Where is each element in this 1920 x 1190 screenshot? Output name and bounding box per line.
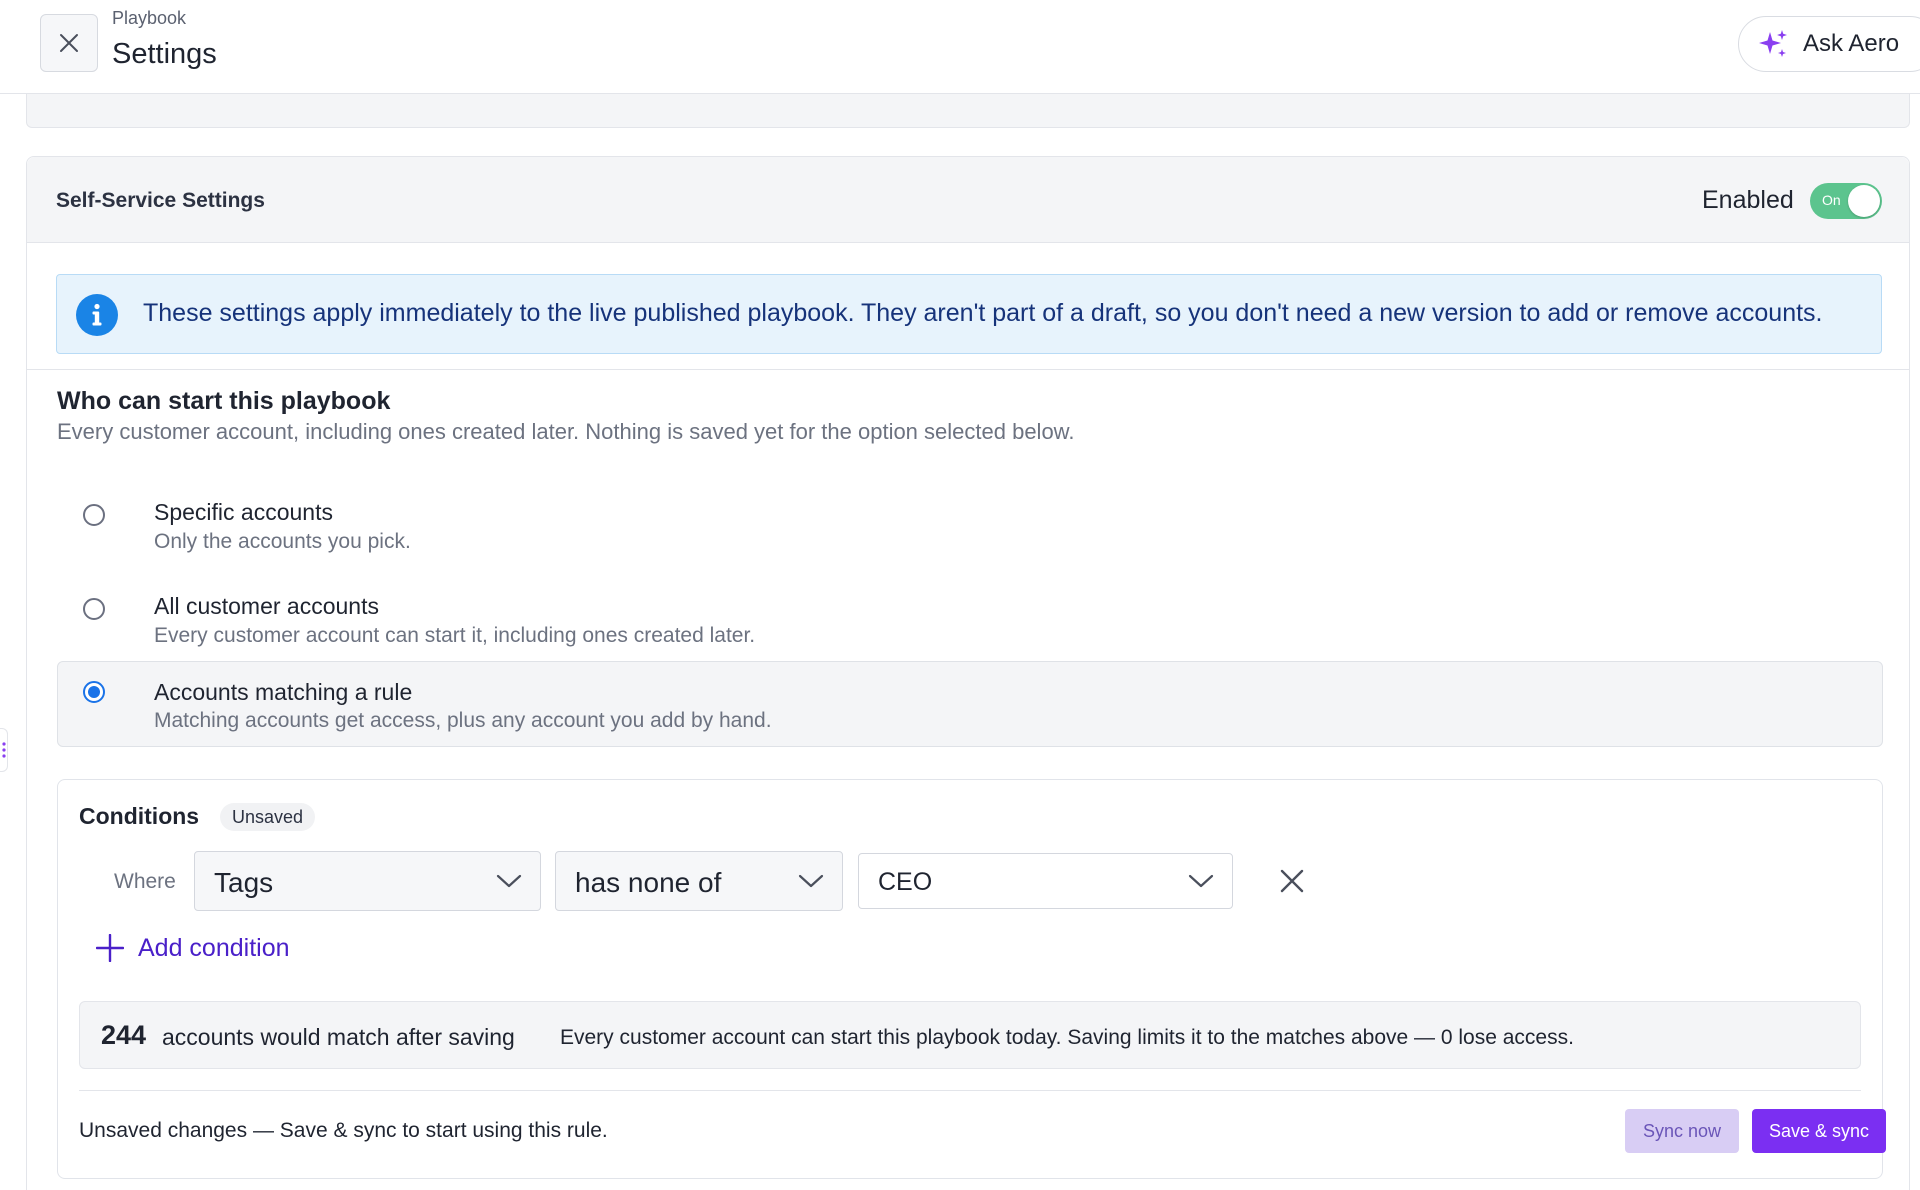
field-select[interactable]: Tags (194, 851, 541, 911)
ask-aero-button[interactable]: Ask Aero (1738, 16, 1920, 72)
option-description: Matching accounts get access, plus any a… (154, 709, 772, 732)
operator-select[interactable]: has none of (555, 851, 843, 911)
value-select[interactable]: CEO (858, 853, 1233, 909)
card-title: Self-Service Settings (56, 189, 265, 212)
option-title: Specific accounts (154, 499, 333, 525)
where-label: Where (114, 870, 176, 893)
option-description: Every customer account can start it, inc… (154, 624, 756, 647)
card-header: Self-Service Settings Enabled On (27, 157, 1909, 243)
conditions-panel: Conditions Unsaved Where Tags has none o… (57, 779, 1886, 1179)
drag-handle-icon (1, 742, 6, 758)
chevron-down-icon (496, 874, 522, 888)
option-specific-accounts[interactable]: Specific accounts Only the accounts you … (57, 487, 1883, 573)
match-summary: 244 accounts would match after saving Ev… (79, 1001, 1861, 1069)
option-title: All customer accounts (154, 593, 379, 619)
sync-now-button[interactable]: Sync now (1625, 1109, 1739, 1153)
chevron-down-icon (1188, 874, 1214, 888)
remove-condition-button[interactable] (1274, 863, 1310, 899)
option-description: Only the accounts you pick. (154, 530, 411, 553)
page-header: Playbook Settings Ask Aero (0, 0, 1920, 94)
option-title: Accounts matching a rule (154, 679, 413, 705)
match-note: Every customer account can start this pl… (560, 1026, 1574, 1049)
self-service-card: Self-Service Settings Enabled On These s… (26, 156, 1910, 1190)
info-icon (76, 294, 118, 336)
section-title: Who can start this playbook (57, 387, 391, 415)
close-icon (60, 34, 78, 52)
toggle-state-text: On (1822, 192, 1841, 208)
add-condition-button[interactable]: Add condition (96, 928, 290, 968)
remove-icon (1280, 869, 1304, 893)
ask-aero-label: Ask Aero (1803, 30, 1900, 57)
match-count: 244 (101, 1020, 147, 1050)
toggle-knob (1848, 185, 1880, 217)
drag-handle[interactable] (0, 728, 8, 772)
option-accounts-matching-rule[interactable]: Accounts matching a rule Matching accoun… (57, 661, 1883, 747)
match-label: accounts would match after saving (162, 1024, 515, 1050)
sparkle-icon (1759, 30, 1787, 57)
unsaved-badge: Unsaved (220, 803, 316, 831)
divider (79, 1090, 1861, 1091)
plus-icon (96, 934, 124, 962)
radio-accounts-matching-rule[interactable] (83, 681, 105, 703)
divider (27, 369, 1909, 370)
add-condition-label: Add condition (138, 933, 290, 962)
radio-specific-accounts[interactable] (83, 504, 105, 526)
close-button[interactable] (40, 14, 98, 72)
chevron-down-icon (798, 874, 824, 888)
field-select-value: Tags (214, 867, 274, 898)
enabled-toggle[interactable]: On (1810, 183, 1882, 219)
save-and-sync-button[interactable]: Save & sync (1752, 1109, 1886, 1153)
value-select-value: CEO (878, 868, 933, 896)
unsaved-changes-text: Unsaved changes — Save & sync to start u… (79, 1119, 608, 1142)
breadcrumb[interactable]: Playbook (112, 8, 186, 29)
radio-all-customer-accounts[interactable] (83, 598, 105, 620)
enabled-label: Enabled (1702, 186, 1794, 214)
conditions-title: Conditions (79, 803, 200, 829)
page-title: Settings (112, 38, 217, 70)
info-banner: These settings apply immediately to the … (56, 274, 1882, 354)
section-subtitle: Every customer account, including ones c… (57, 419, 1075, 444)
operator-select-value: has none of (575, 867, 722, 898)
option-all-customer-accounts[interactable]: All customer accounts Every customer acc… (57, 581, 1883, 667)
info-text: These settings apply immediately to the … (143, 299, 1823, 327)
collapsed-section (26, 94, 1910, 128)
